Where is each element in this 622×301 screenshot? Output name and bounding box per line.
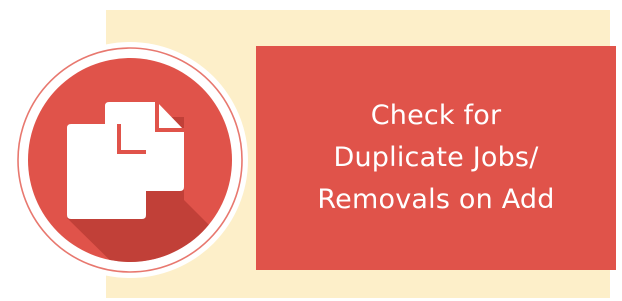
feature-title-line-1: Check for — [370, 100, 502, 131]
feature-card: Check for Duplicate Jobs/ Removals on Ad… — [0, 0, 622, 301]
feature-title-line-3: Removals on Add — [317, 184, 555, 215]
feature-title-line-2: Duplicate Jobs/ — [333, 142, 539, 173]
feature-callout: Check for Duplicate Jobs/ Removals on Ad… — [256, 46, 616, 270]
feature-badge — [12, 42, 248, 278]
feature-title: Check for Duplicate Jobs/ Removals on Ad… — [286, 95, 586, 221]
